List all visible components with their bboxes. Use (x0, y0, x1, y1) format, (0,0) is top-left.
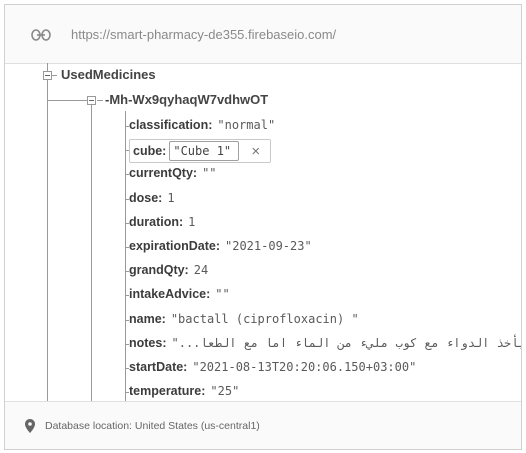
field-key: classification: (129, 118, 213, 132)
field-value: "2021-09-23" (225, 239, 312, 253)
field-key: grandQty: (129, 263, 189, 278)
field-row[interactable]: temperature: "25" (129, 384, 239, 401)
field-row[interactable]: currentQty: "" (129, 166, 217, 190)
database-url[interactable]: https://smart-pharmacy-de355.firebaseio.… (71, 27, 336, 42)
field-value: "" (215, 287, 230, 302)
field-value: 1 (167, 190, 175, 205)
field-key: startDate: (129, 360, 188, 374)
field-key: duration: (129, 214, 184, 229)
footer: Database location: United States (us-cen… (5, 401, 521, 449)
field-row[interactable]: dose: 1 (129, 191, 175, 215)
field-value: "...يأخذ الدواء مع كوب مليء من الماء اما… (171, 335, 522, 350)
tree-line (97, 100, 103, 101)
field-row[interactable]: notes: "...يأخذ الدواء مع كوب مليء من الم… (129, 336, 521, 360)
field-row[interactable]: name: "bactall (ciprofloxacin) " (129, 312, 359, 336)
location-pin-icon (25, 419, 35, 433)
field-edit-row[interactable]: cube: × (129, 139, 272, 164)
field-row[interactable]: grandQty: 24 (129, 263, 208, 287)
field-value: "bactall (ciprofloxacin) " (170, 311, 359, 326)
field-key: currentQty: (129, 166, 198, 181)
field-key: cube: (133, 144, 167, 159)
tree-line (47, 63, 48, 401)
collapse-icon[interactable] (43, 71, 52, 80)
field-value: 24 (193, 263, 209, 278)
field-row[interactable]: intakeAdvice: "" (129, 287, 230, 311)
field-key: notes: (129, 335, 167, 350)
tree-line (91, 103, 92, 401)
field-key: dose: (129, 190, 163, 205)
record-node-label[interactable]: -Mh-Wx9qyhaqW7vdhwOT (105, 92, 268, 107)
field-row[interactable]: startDate: "2021-08-13T20:20:06.150+03:00… (129, 360, 416, 384)
field-row[interactable]: duration: 1 (129, 215, 195, 239)
field-key: intakeAdvice: (129, 287, 211, 302)
field-value-input[interactable] (169, 141, 240, 162)
field-row[interactable]: expirationDate: "2021-09-23" (129, 239, 312, 263)
field-value: 1 (188, 214, 196, 229)
database-viewer: https://smart-pharmacy-de355.firebaseio.… (4, 4, 522, 450)
url-bar: https://smart-pharmacy-de355.firebaseio.… (5, 5, 521, 64)
field-value: "2021-08-13T20:20:06.150+03:00" (192, 360, 417, 374)
database-location: Database location: United States (us-cen… (45, 420, 260, 432)
close-icon[interactable]: × (239, 143, 270, 160)
data-tree: UsedMedicines -Mh-Wx9qyhaqW7vdhwOT class… (5, 63, 521, 401)
root-node-label[interactable]: UsedMedicines (61, 67, 156, 82)
field-value: "normal" (217, 118, 276, 132)
field-key: name: (129, 311, 166, 326)
tree-line (125, 111, 126, 401)
link-icon (31, 29, 51, 41)
collapse-icon[interactable] (87, 96, 96, 105)
field-value: "" (202, 166, 217, 181)
field-value: "25" (210, 384, 240, 399)
field-key: temperature: (129, 384, 206, 399)
field-key: expirationDate: (129, 239, 220, 253)
tree-line (47, 100, 87, 101)
